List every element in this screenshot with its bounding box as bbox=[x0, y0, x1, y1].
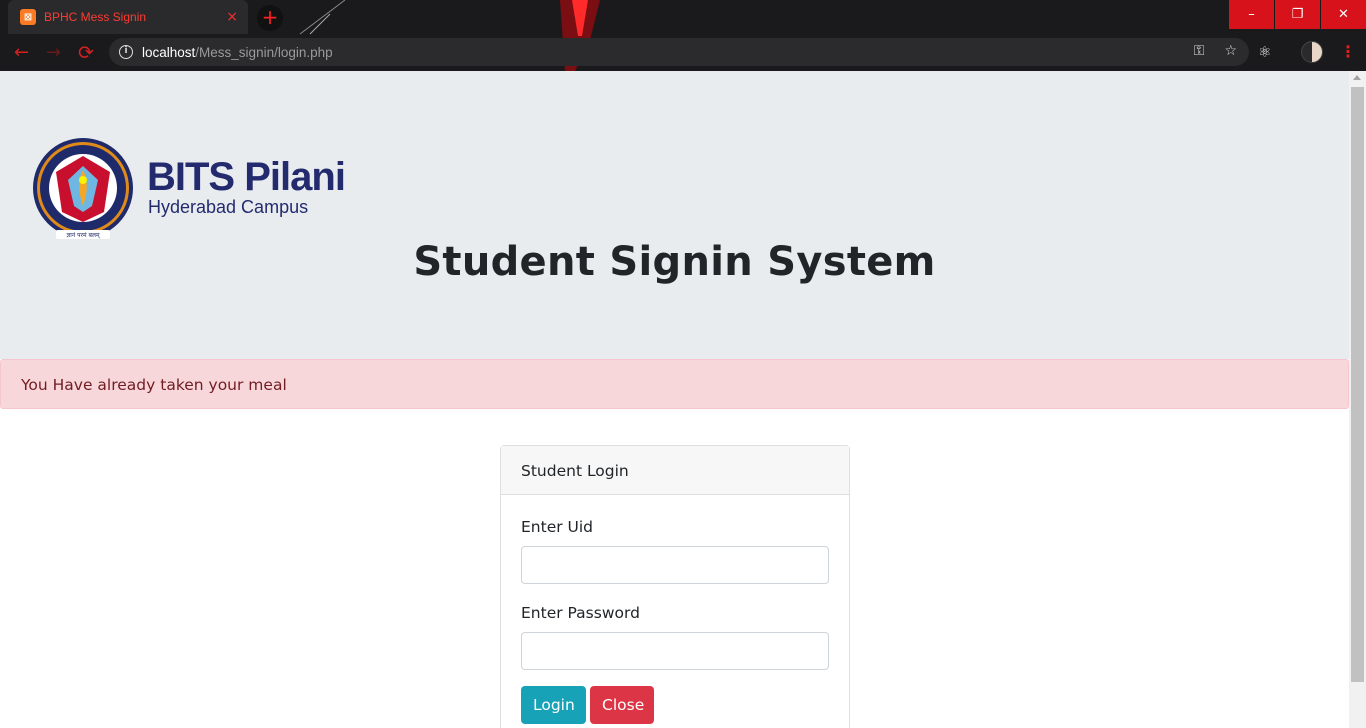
new-tab-button[interactable]: + bbox=[257, 5, 283, 31]
browser-toolbar: ← → ⟳ i localhost/Mess_signin/login.php … bbox=[0, 34, 1366, 71]
logo-wordmark: BITS Pilani bbox=[147, 155, 345, 199]
password-input[interactable] bbox=[521, 632, 829, 670]
minimize-button[interactable]: – bbox=[1229, 0, 1274, 29]
login-card-body: Enter Uid Enter Password Login Close bbox=[501, 518, 849, 724]
forward-arrow-icon[interactable]: → bbox=[46, 42, 61, 63]
browser-tab[interactable]: ⊠ BPHC Mess Signin × bbox=[8, 0, 248, 34]
close-button[interactable]: Close bbox=[590, 686, 654, 724]
scroll-thumb[interactable] bbox=[1351, 87, 1364, 682]
xampp-favicon-icon: ⊠ bbox=[20, 9, 36, 25]
omnibox-actions: ⚿ ☆ bbox=[1194, 43, 1237, 59]
url-text[interactable]: localhost/Mess_signin/login.php bbox=[142, 45, 333, 60]
react-extension-icon[interactable]: ⚛ bbox=[1258, 43, 1271, 61]
page-content: ज्ञानं परमं बलम् BITS Pilani Hyderabad C… bbox=[0, 71, 1349, 728]
browser-menu-icon[interactable]: ⋮ bbox=[1340, 42, 1356, 61]
logo-motto: ज्ञानं परमं बलम् bbox=[66, 232, 100, 239]
tab-title: BPHC Mess Signin bbox=[44, 10, 147, 24]
alert-message: You Have already taken your meal bbox=[0, 359, 1349, 409]
back-arrow-icon[interactable]: ← bbox=[14, 42, 29, 63]
restore-button[interactable]: ❐ bbox=[1275, 0, 1320, 29]
uid-input[interactable] bbox=[521, 546, 829, 584]
url-host: localhost bbox=[142, 44, 196, 60]
key-icon[interactable]: ⚿ bbox=[1194, 43, 1205, 59]
page-scrollbar[interactable] bbox=[1349, 71, 1366, 728]
password-label: Enter Password bbox=[521, 604, 640, 622]
close-window-button[interactable]: ✕ bbox=[1321, 0, 1366, 29]
page-title: Student Signin System bbox=[413, 239, 936, 285]
form-buttons: Login Close bbox=[521, 686, 829, 724]
star-icon[interactable]: ☆ bbox=[1224, 43, 1237, 59]
logo-subtitle: Hyderabad Campus bbox=[148, 197, 308, 217]
header-jumbotron: ज्ञानं परमं बलम् BITS Pilani Hyderabad C… bbox=[0, 71, 1349, 359]
bits-pilani-logo: ज्ञानं परमं बलम् BITS Pilani Hyderabad C… bbox=[33, 138, 346, 239]
login-card: Student Login Enter Uid Enter Password L… bbox=[500, 445, 850, 728]
close-tab-icon[interactable]: × bbox=[226, 9, 238, 25]
reload-icon[interactable]: ⟳ bbox=[78, 42, 94, 64]
site-info-icon[interactable]: i bbox=[119, 45, 133, 59]
window-controls: – ❐ ✕ bbox=[1228, 0, 1366, 29]
profile-avatar[interactable] bbox=[1301, 41, 1323, 63]
login-card-header: Student Login bbox=[501, 446, 849, 495]
address-bar[interactable]: i localhost/Mess_signin/login.php ⚿ ☆ bbox=[109, 38, 1249, 66]
uid-label: Enter Uid bbox=[521, 518, 594, 536]
url-path: /Mess_signin/login.php bbox=[195, 44, 333, 60]
login-button[interactable]: Login bbox=[521, 686, 586, 724]
scroll-up-arrow-icon[interactable] bbox=[1353, 75, 1361, 80]
browser-chrome: ⊠ BPHC Mess Signin × + – ❐ ✕ ← → ⟳ i loc… bbox=[0, 0, 1366, 71]
